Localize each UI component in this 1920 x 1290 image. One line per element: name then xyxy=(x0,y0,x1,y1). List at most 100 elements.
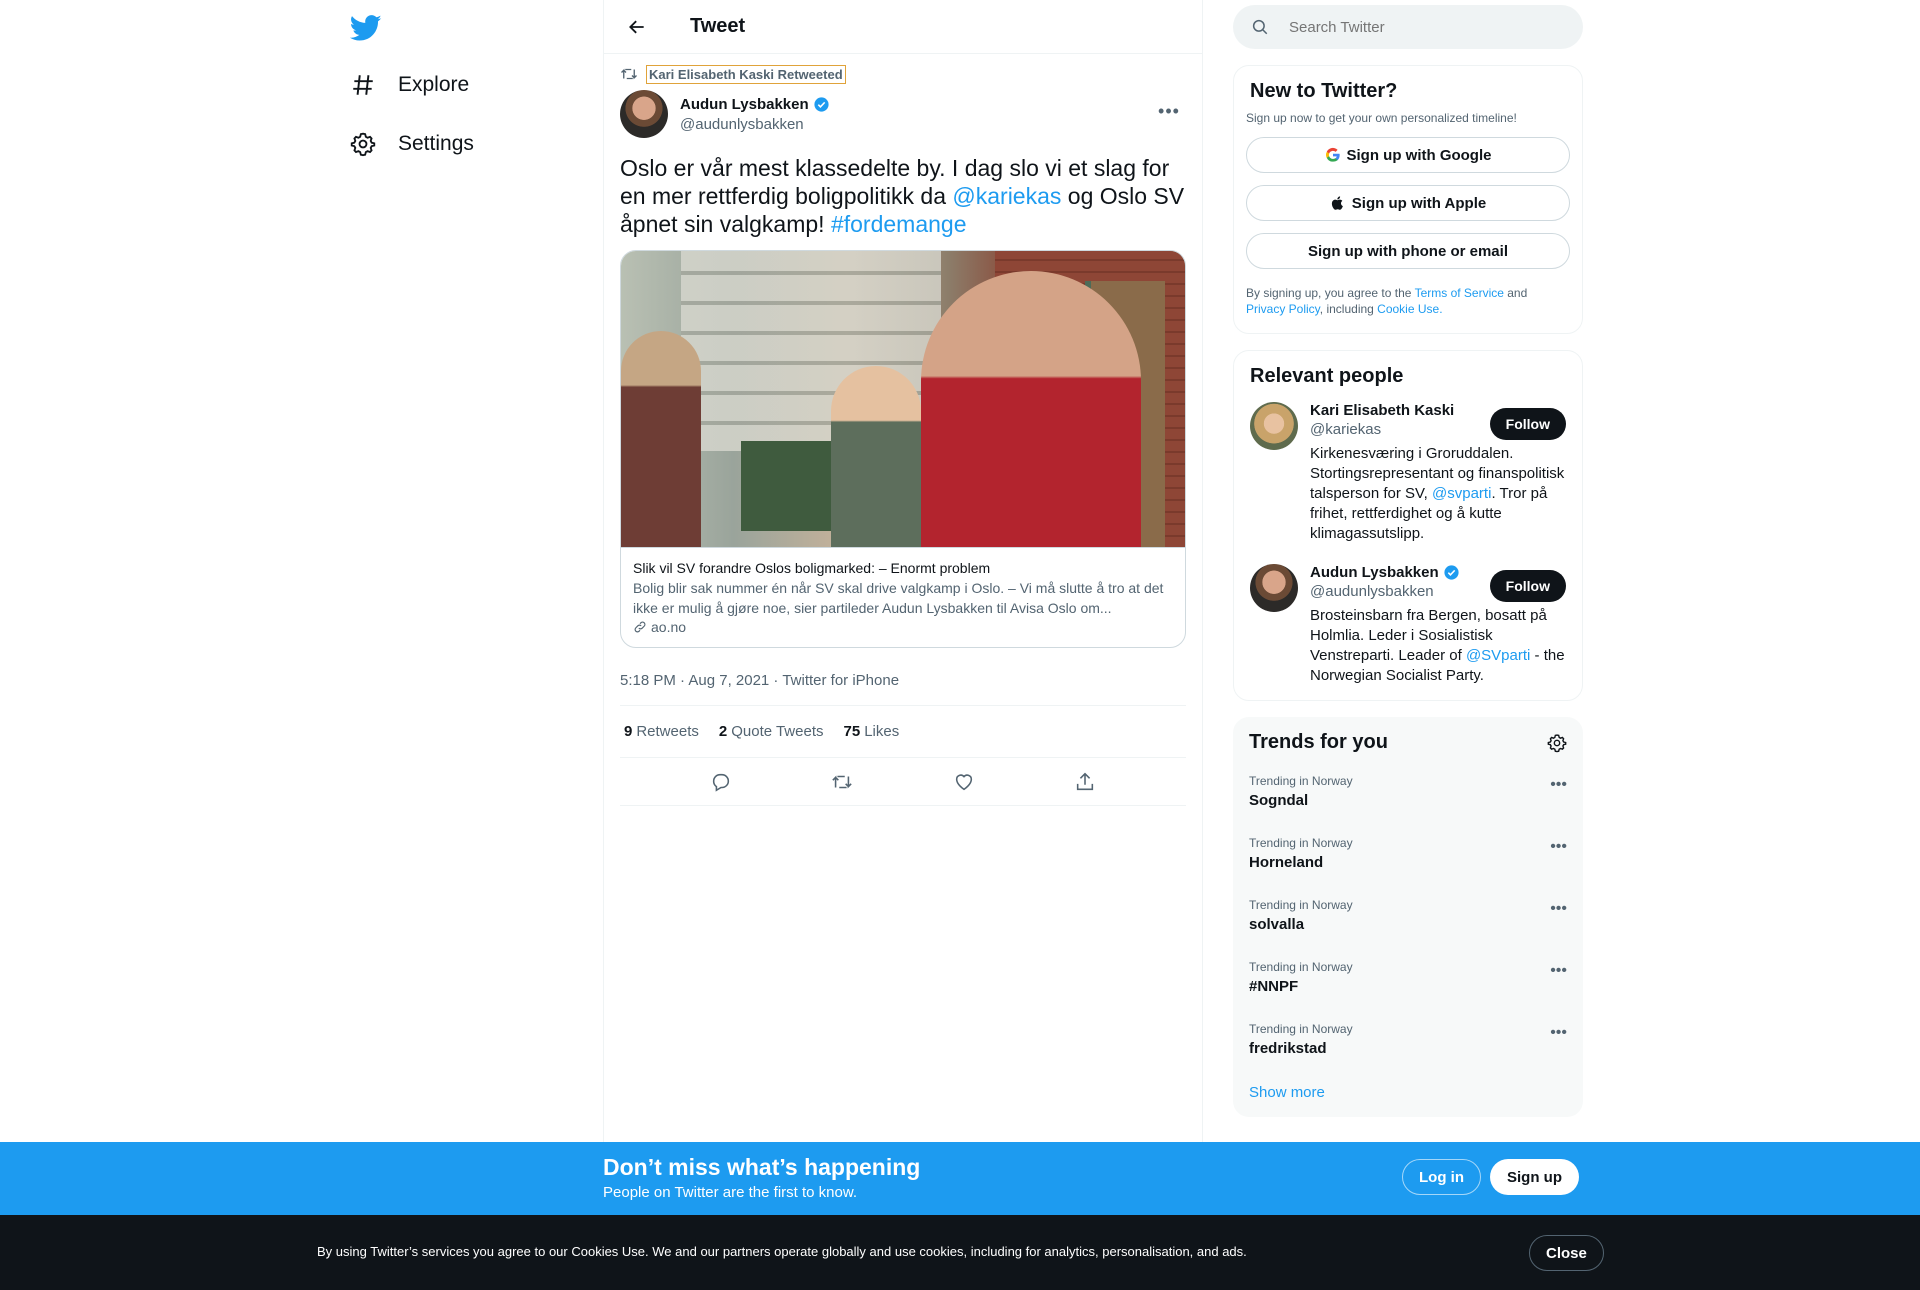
tweet-actions xyxy=(620,758,1186,806)
search-icon xyxy=(1252,19,1268,35)
quotes-label: Quote Tweets xyxy=(731,723,824,740)
trend-name: #NNPF xyxy=(1249,978,1299,995)
person-name: Audun Lysbakken xyxy=(1310,564,1439,581)
card-image xyxy=(621,251,1185,547)
trend-item[interactable]: Trending in Norway fredrikstad ••• xyxy=(1233,1010,1583,1072)
tweet-timestamp[interactable]: 5:18 PM · Aug 7, 2021 · Twitter for iPho… xyxy=(620,672,1186,706)
signup-button[interactable]: Sign up xyxy=(1490,1159,1579,1195)
trend-context: Trending in Norway xyxy=(1249,774,1353,788)
like-heart-icon[interactable] xyxy=(953,771,975,793)
trends-title: Trends for you xyxy=(1249,731,1388,753)
retweet-context: Kari Elisabeth Kaski Retweeted xyxy=(620,64,1186,84)
cookie-bar: By using Twitter’s services you agree to… xyxy=(0,1215,1920,1290)
trend-context: Trending in Norway xyxy=(1249,836,1353,850)
retweet-action-icon[interactable] xyxy=(831,771,853,793)
more-options-icon[interactable]: ••• xyxy=(1550,1024,1567,1042)
trend-item[interactable]: Trending in Norway Sogndal ••• xyxy=(1233,762,1583,824)
nav-explore[interactable]: Explore xyxy=(350,72,469,98)
retweets-count: 9 xyxy=(624,723,633,740)
show-more-link[interactable]: Show more xyxy=(1233,1072,1583,1117)
google-icon xyxy=(1325,147,1340,162)
more-options-icon[interactable]: ••• xyxy=(1550,776,1567,794)
login-button[interactable]: Log in xyxy=(1402,1159,1481,1195)
tweet-text: Oslo er vår mest klassedelte by. I dag s… xyxy=(620,154,1186,238)
bio-mention-link[interactable]: @SVparti xyxy=(1466,647,1530,664)
signup-legal-text: By signing up, you agree to the Terms of… xyxy=(1234,269,1582,333)
trends-header: Trends for you xyxy=(1233,717,1583,762)
person-avatar[interactable] xyxy=(1250,402,1298,450)
trend-context: Trending in Norway xyxy=(1249,898,1353,912)
page-title: Tweet xyxy=(690,15,746,37)
signup-apple-button[interactable]: Sign up with Apple xyxy=(1246,185,1570,221)
trend-item[interactable]: Trending in Norway Horneland ••• xyxy=(1233,824,1583,886)
trend-item[interactable]: Trending in Norway #NNPF ••• xyxy=(1233,948,1583,1010)
new-to-twitter-subtitle: Sign up now to get your own personalized… xyxy=(1246,111,1517,125)
main-column: Tweet Kari Elisabeth Kaski Retweeted Aud… xyxy=(603,0,1203,1290)
signup-google-label: Sign up with Google xyxy=(1346,146,1492,164)
privacy-link[interactable]: Privacy Policy xyxy=(1246,302,1320,316)
twitter-bird-icon[interactable] xyxy=(350,12,382,44)
tweet-author: Audun Lysbakken @audunlysbakken ••• xyxy=(620,90,1186,138)
trend-name: solvalla xyxy=(1249,916,1305,933)
hashtag-link[interactable]: #fordemange xyxy=(831,211,967,237)
person-avatar[interactable] xyxy=(1250,564,1298,612)
author-name-row[interactable]: Audun Lysbakken xyxy=(680,96,830,113)
tweet-header: Tweet xyxy=(604,0,1202,54)
trend-context: Trending in Norway xyxy=(1249,960,1353,974)
relevant-person[interactable]: Kari Elisabeth Kaski @kariekas Kirkenesv… xyxy=(1234,392,1582,554)
new-to-twitter-title: New to Twitter? xyxy=(1250,80,1398,102)
signup-phone-email-button[interactable]: Sign up with phone or email xyxy=(1246,233,1570,269)
banner-subtitle: People on Twitter are the first to know. xyxy=(603,1184,858,1201)
retweeted-by-link[interactable]: Kari Elisabeth Kaski Retweeted xyxy=(646,64,846,84)
arrow-left-icon xyxy=(629,20,644,33)
trend-context: Trending in Norway xyxy=(1249,1022,1353,1036)
card-title: Slik vil SV forandre Oslos boligmarked: … xyxy=(633,560,991,576)
mention-link[interactable]: @kariekas xyxy=(952,183,1061,209)
back-button[interactable] xyxy=(620,10,654,44)
retweet-icon xyxy=(621,68,637,80)
new-to-twitter-panel: New to Twitter? Sign up now to get your … xyxy=(1233,65,1583,334)
person-bio: Kirkenesværing i Groruddalen. Stortingsr… xyxy=(1310,444,1566,544)
retweets-stat[interactable]: 9 Retweets xyxy=(624,723,699,740)
terms-link[interactable]: Terms of Service xyxy=(1415,286,1504,300)
reply-icon[interactable] xyxy=(710,771,732,793)
quote-tweets-stat[interactable]: 2 Quote Tweets xyxy=(719,723,824,740)
cookie-use-link[interactable]: Cookie Use. xyxy=(1377,302,1442,316)
follow-button[interactable]: Follow xyxy=(1489,408,1566,440)
card-domain: ao.no xyxy=(651,619,687,635)
bio-mention-link[interactable]: @svparti xyxy=(1432,485,1491,502)
right-sidebar: New to Twitter? Sign up now to get your … xyxy=(1233,0,1583,1117)
relevant-person[interactable]: Audun Lysbakken @audunlysbakken Brostein… xyxy=(1234,554,1582,700)
share-icon[interactable] xyxy=(1074,771,1096,793)
card-body: Slik vil SV forandre Oslos boligmarked: … xyxy=(621,547,1185,647)
legal-text-3: , including xyxy=(1319,302,1378,316)
signup-google-button[interactable]: Sign up with Google xyxy=(1246,137,1570,173)
nav-settings[interactable]: Settings xyxy=(350,131,474,157)
search-input[interactable] xyxy=(1289,18,1539,36)
trend-item[interactable]: Trending in Norway solvalla ••• xyxy=(1233,886,1583,948)
likes-stat[interactable]: 75 Likes xyxy=(844,723,900,740)
link-card[interactable]: Slik vil SV forandre Oslos boligmarked: … xyxy=(620,250,1186,648)
more-options-icon[interactable]: ••• xyxy=(1550,962,1567,980)
signup-phone-label: Sign up with phone or email xyxy=(1307,242,1508,260)
nav-settings-label: Settings xyxy=(398,132,474,155)
card-description: Bolig blir sak nummer én når SV skal dri… xyxy=(633,580,1164,616)
search-bar[interactable] xyxy=(1233,5,1583,49)
person-bio: Brosteinsbarn fra Bergen, bosatt på Holm… xyxy=(1310,606,1566,686)
cookie-close-button[interactable]: Close xyxy=(1529,1235,1604,1271)
gear-icon[interactable] xyxy=(1547,733,1567,753)
more-options-icon[interactable]: ••• xyxy=(1550,900,1567,918)
signup-apple-label: Sign up with Apple xyxy=(1351,194,1487,212)
link-icon xyxy=(634,621,646,633)
hashtag-icon xyxy=(353,75,373,95)
more-options-icon[interactable]: ••• xyxy=(1550,838,1567,856)
more-options-icon[interactable]: ••• xyxy=(1152,94,1186,128)
legal-text-1: By signing up, you agree to the xyxy=(1246,286,1415,300)
author-avatar[interactable] xyxy=(620,90,668,138)
signup-banner: Don’t miss what’s happening People on Tw… xyxy=(0,1142,1920,1215)
trend-name: Horneland xyxy=(1249,854,1324,871)
verified-badge-icon xyxy=(1444,565,1459,580)
author-handle[interactable]: @audunlysbakken xyxy=(680,116,830,133)
follow-button[interactable]: Follow xyxy=(1489,570,1566,602)
trend-name: fredrikstad xyxy=(1249,1040,1327,1057)
